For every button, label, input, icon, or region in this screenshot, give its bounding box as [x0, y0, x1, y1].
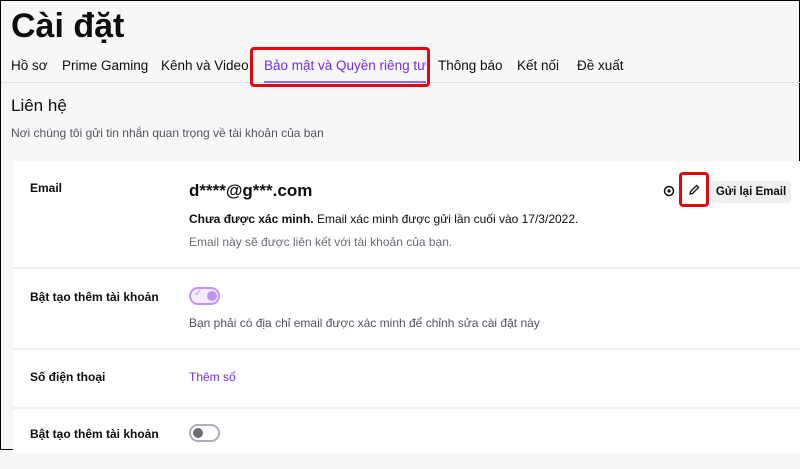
tab-connections[interactable]: Kết nối — [517, 58, 559, 73]
toggle2-knob — [193, 428, 203, 438]
highlight-box-edit — [679, 172, 709, 207]
email-status: Chưa được xác minh. Email xác minh được … — [189, 212, 578, 226]
toggle2-switch[interactable] — [189, 424, 220, 442]
resend-email-button[interactable]: Gửi lại Email — [711, 181, 791, 203]
check-icon: ✓ — [194, 288, 203, 299]
email-status-bold: Chưa được xác minh. — [189, 212, 314, 226]
add-phone-link[interactable]: Thêm số — [189, 370, 236, 384]
toggle1-note: Bạn phải có địa chỉ email được xác minh … — [189, 316, 540, 330]
email-value: d****@g***.com — [189, 181, 313, 200]
toggle2-label: Bật tạo thêm tài khoản — [30, 427, 159, 441]
tab-recommendations[interactable]: Đề xuất — [577, 58, 624, 73]
toggle1-switch[interactable]: ✓ — [189, 287, 220, 305]
phone-row: Số điện thoại Thêm số — [13, 350, 800, 409]
page-title: Cài đặt — [11, 7, 125, 45]
tab-notifications[interactable]: Thông báo — [438, 58, 503, 73]
email-label: Email — [30, 181, 63, 195]
toggle-row-2: Bật tạo thêm tài khoản — [13, 409, 800, 469]
highlight-box-tab — [250, 47, 430, 87]
toggle1-label: Bật tạo thêm tài khoản — [30, 290, 159, 304]
section-subtitle: Nơi chúng tôi gửi tin nhắn quan trọng về… — [11, 126, 324, 140]
eye-icon[interactable] — [663, 185, 675, 197]
email-row: Email d****@g***.com Chưa được xác minh.… — [13, 161, 800, 269]
phone-label: Số điện thoại — [30, 370, 106, 384]
toggle1-knob — [207, 291, 217, 301]
toggle-row-1: Bật tạo thêm tài khoản ✓ Bạn phải có địa… — [13, 269, 800, 350]
tab-profile[interactable]: Hồ sơ — [11, 58, 48, 73]
email-status-text: Email xác minh được gửi lần cuối vào 17/… — [313, 212, 579, 226]
tab-prime-gaming[interactable]: Prime Gaming — [62, 58, 148, 73]
section-title: Liên hệ — [11, 96, 67, 115]
tab-channel-video[interactable]: Kênh và Video — [161, 58, 249, 73]
contact-card: Email d****@g***.com Chưa được xác minh.… — [13, 161, 800, 453]
email-note: Email này sẽ được liên kết với tài khoản… — [189, 235, 453, 249]
